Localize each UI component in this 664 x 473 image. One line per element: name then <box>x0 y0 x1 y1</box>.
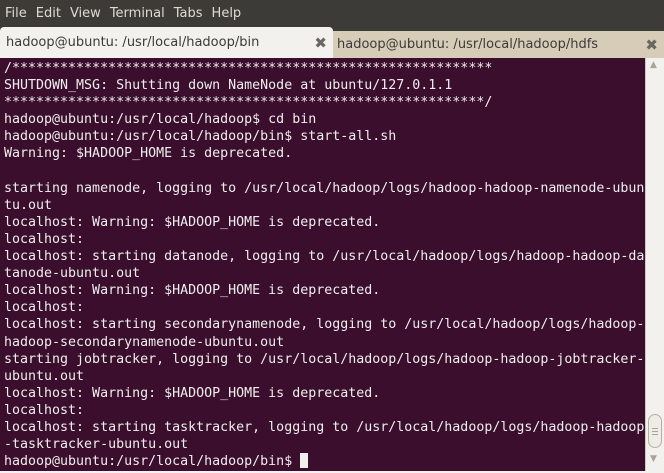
menu-file[interactable]: File <box>0 6 31 21</box>
terminal-line: -tasktracker-ubuntu.out <box>4 437 189 453</box>
close-icon[interactable]: ✖ <box>314 34 327 52</box>
close-icon[interactable]: ✖ <box>645 36 658 54</box>
tab-label: hadoop@ubuntu: /usr/local/hadoop/bin <box>6 35 260 50</box>
terminal-line: starting jobtracker, logging to /usr/loc… <box>4 351 645 367</box>
terminal-line: localhost: <box>4 231 85 247</box>
terminal-line: SHUTDOWN_MSG: Shutting down NameNode at … <box>4 78 453 94</box>
terminal-line: localhost: Warning: $HADOOP_HOME is depr… <box>4 385 381 401</box>
terminal-line: localhost: Warning: $HADOOP_HOME is depr… <box>4 214 381 230</box>
scrollbar[interactable]: ▲ ▼ <box>645 58 664 471</box>
terminal-line: localhost: <box>4 402 85 418</box>
terminal-text: /***************************************… <box>0 58 645 470</box>
menu-terminal[interactable]: Terminal <box>105 6 169 21</box>
menu-edit[interactable]: Edit <box>31 6 65 21</box>
terminal-line: localhost: starting datanode, logging to… <box>4 249 645 265</box>
terminal-line: ****************************************… <box>4 95 493 111</box>
terminal-line: hadoop@ubuntu:/usr/local/hadoop$ cd bin <box>4 112 317 128</box>
terminal-line: localhost: starting secondarynamenode, l… <box>4 317 645 333</box>
cursor <box>300 453 309 469</box>
terminal-prompt: hadoop@ubuntu:/usr/local/hadoop/bin$ <box>4 454 301 470</box>
terminal-line: starting namenode, logging to /usr/local… <box>4 180 645 196</box>
terminal-output[interactable]: /***************************************… <box>0 58 645 471</box>
menu-view[interactable]: View <box>65 6 105 21</box>
scrollbar-thumb[interactable] <box>648 414 662 448</box>
terminal-line: ubuntu.out <box>4 368 85 384</box>
terminal-line: tu.out <box>4 197 53 213</box>
terminal-line: hadoop-secondarynamenode-ubuntu.out <box>4 334 285 350</box>
menu-bar: File Edit View Terminal Tabs Help <box>0 0 664 27</box>
tab-bin[interactable]: hadoop@ubuntu: /usr/local/hadoop/bin ✖ <box>0 27 333 58</box>
scroll-up-arrow-icon[interactable]: ▲ <box>650 60 657 70</box>
terminal-line: tanode-ubuntu.out <box>4 266 141 282</box>
terminal-line: /***************************************… <box>4 61 493 76</box>
tab-bar: hadoop@ubuntu: /usr/local/hadoop/bin ✖ h… <box>0 27 664 58</box>
tab-label: hadoop@ubuntu: /usr/local/hadoop/hdfs <box>337 37 599 52</box>
tab-hdfs[interactable]: hadoop@ubuntu: /usr/local/hadoop/hdfs ✖ <box>333 31 664 58</box>
terminal-line: hadoop@ubuntu:/usr/local/hadoop/bin$ sta… <box>4 129 397 145</box>
terminal-line: localhost: starting tasktracker, logging… <box>4 419 645 435</box>
scroll-down-arrow-icon[interactable]: ▼ <box>650 454 657 464</box>
terminal-line: localhost: <box>4 300 85 316</box>
menu-tabs[interactable]: Tabs <box>169 6 207 21</box>
terminal-line: Warning: $HADOOP_HOME is deprecated. <box>4 146 293 162</box>
menu-help[interactable]: Help <box>207 6 246 21</box>
terminal-line: localhost: Warning: $HADOOP_HOME is depr… <box>4 283 381 299</box>
